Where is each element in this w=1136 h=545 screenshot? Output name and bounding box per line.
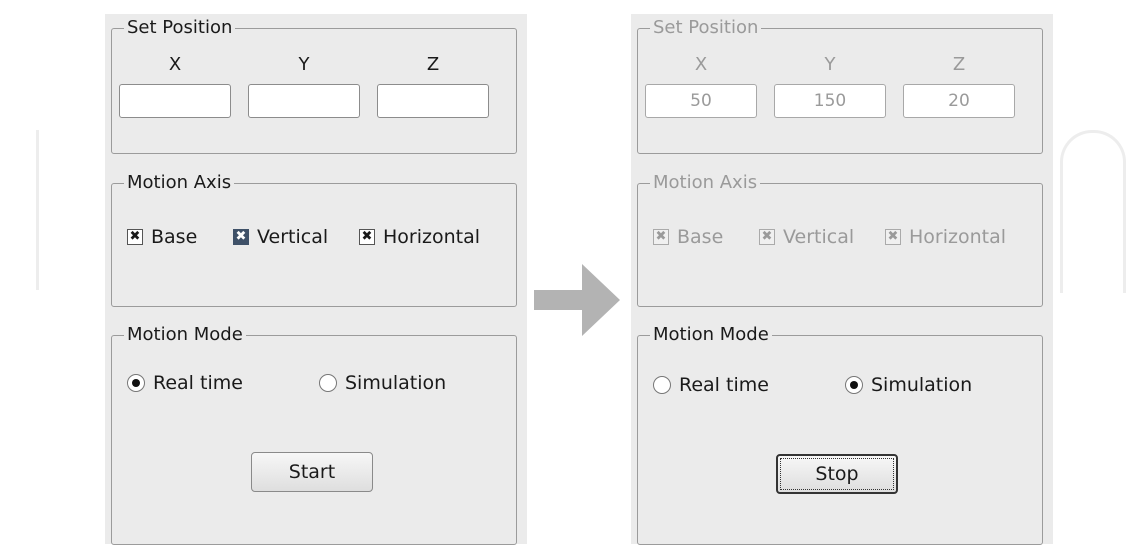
checkbox-checked-icon: ✖ xyxy=(233,229,249,245)
motion-mode-group: Motion Mode xyxy=(111,325,517,545)
motion-axis-legend: Motion Axis xyxy=(127,172,232,193)
motion-axis-legend: Motion Axis xyxy=(653,172,758,193)
horizontal-checkbox[interactable]: ✖ Horizontal xyxy=(359,226,480,248)
z-input[interactable] xyxy=(377,84,489,118)
vertical-checkbox: ✖ Vertical xyxy=(759,226,854,248)
simulation-label: Simulation xyxy=(345,372,447,394)
y-label: Y xyxy=(298,54,310,75)
simulation-radio[interactable]: Simulation xyxy=(319,372,446,394)
z-label: Z xyxy=(952,54,966,75)
set-position-legend: Set Position xyxy=(127,17,233,38)
base-label: Base xyxy=(151,226,198,248)
motion-mode-legend: Motion Mode xyxy=(127,324,243,345)
set-position-legend: Set Position xyxy=(653,17,759,38)
checkbox-checked-icon: ✖ xyxy=(759,229,775,245)
horizontal-label: Horizontal xyxy=(383,226,481,248)
realtime-label: Real time xyxy=(153,372,243,394)
x-label: X xyxy=(168,54,182,75)
motion-mode-group: Motion Mode xyxy=(637,325,1043,545)
realtime-radio[interactable]: Real time xyxy=(653,374,769,396)
checkbox-checked-icon: ✖ xyxy=(127,229,143,245)
horizontal-label: Horizontal xyxy=(909,226,1007,248)
watermark-letter xyxy=(1060,130,1126,293)
realtime-radio[interactable]: Real time xyxy=(127,372,243,394)
right-arrow-icon xyxy=(534,264,620,336)
simulation-label: Simulation xyxy=(871,374,973,396)
realtime-label: Real time xyxy=(679,374,769,396)
radio-selected-icon xyxy=(127,374,145,392)
motion-mode-legend: Motion Mode xyxy=(653,324,769,345)
z-input: 20 xyxy=(903,84,1015,118)
radio-selected-icon xyxy=(845,376,863,394)
simulation-radio[interactable]: Simulation xyxy=(845,374,972,396)
left-control-panel: Set Position X Y Z Motion Axis ✖ Base ✖ … xyxy=(105,14,527,545)
base-checkbox: ✖ Base xyxy=(653,226,723,248)
base-label: Base xyxy=(677,226,724,248)
x-input[interactable] xyxy=(119,84,231,118)
watermark-letter xyxy=(36,130,39,290)
y-label: Y xyxy=(824,54,836,75)
vertical-label: Vertical xyxy=(257,226,329,248)
horizontal-checkbox: ✖ Horizontal xyxy=(885,226,1006,248)
z-label: Z xyxy=(426,54,440,75)
start-button[interactable]: Start xyxy=(251,452,373,492)
x-input: 50 xyxy=(645,84,757,118)
checkbox-checked-icon: ✖ xyxy=(359,229,375,245)
right-control-panel: Set Position X Y Z 50 150 20 Motion Axis… xyxy=(631,14,1053,545)
checkbox-checked-icon: ✖ xyxy=(653,229,669,245)
radio-unselected-icon xyxy=(653,376,671,394)
base-checkbox[interactable]: ✖ Base xyxy=(127,226,197,248)
y-input[interactable] xyxy=(248,84,360,118)
vertical-label: Vertical xyxy=(783,226,855,248)
vertical-checkbox[interactable]: ✖ Vertical xyxy=(233,226,328,248)
x-label: X xyxy=(694,54,708,75)
checkbox-checked-icon: ✖ xyxy=(885,229,901,245)
stop-button[interactable]: Stop xyxy=(776,454,898,494)
y-input: 150 xyxy=(774,84,886,118)
radio-unselected-icon xyxy=(319,374,337,392)
